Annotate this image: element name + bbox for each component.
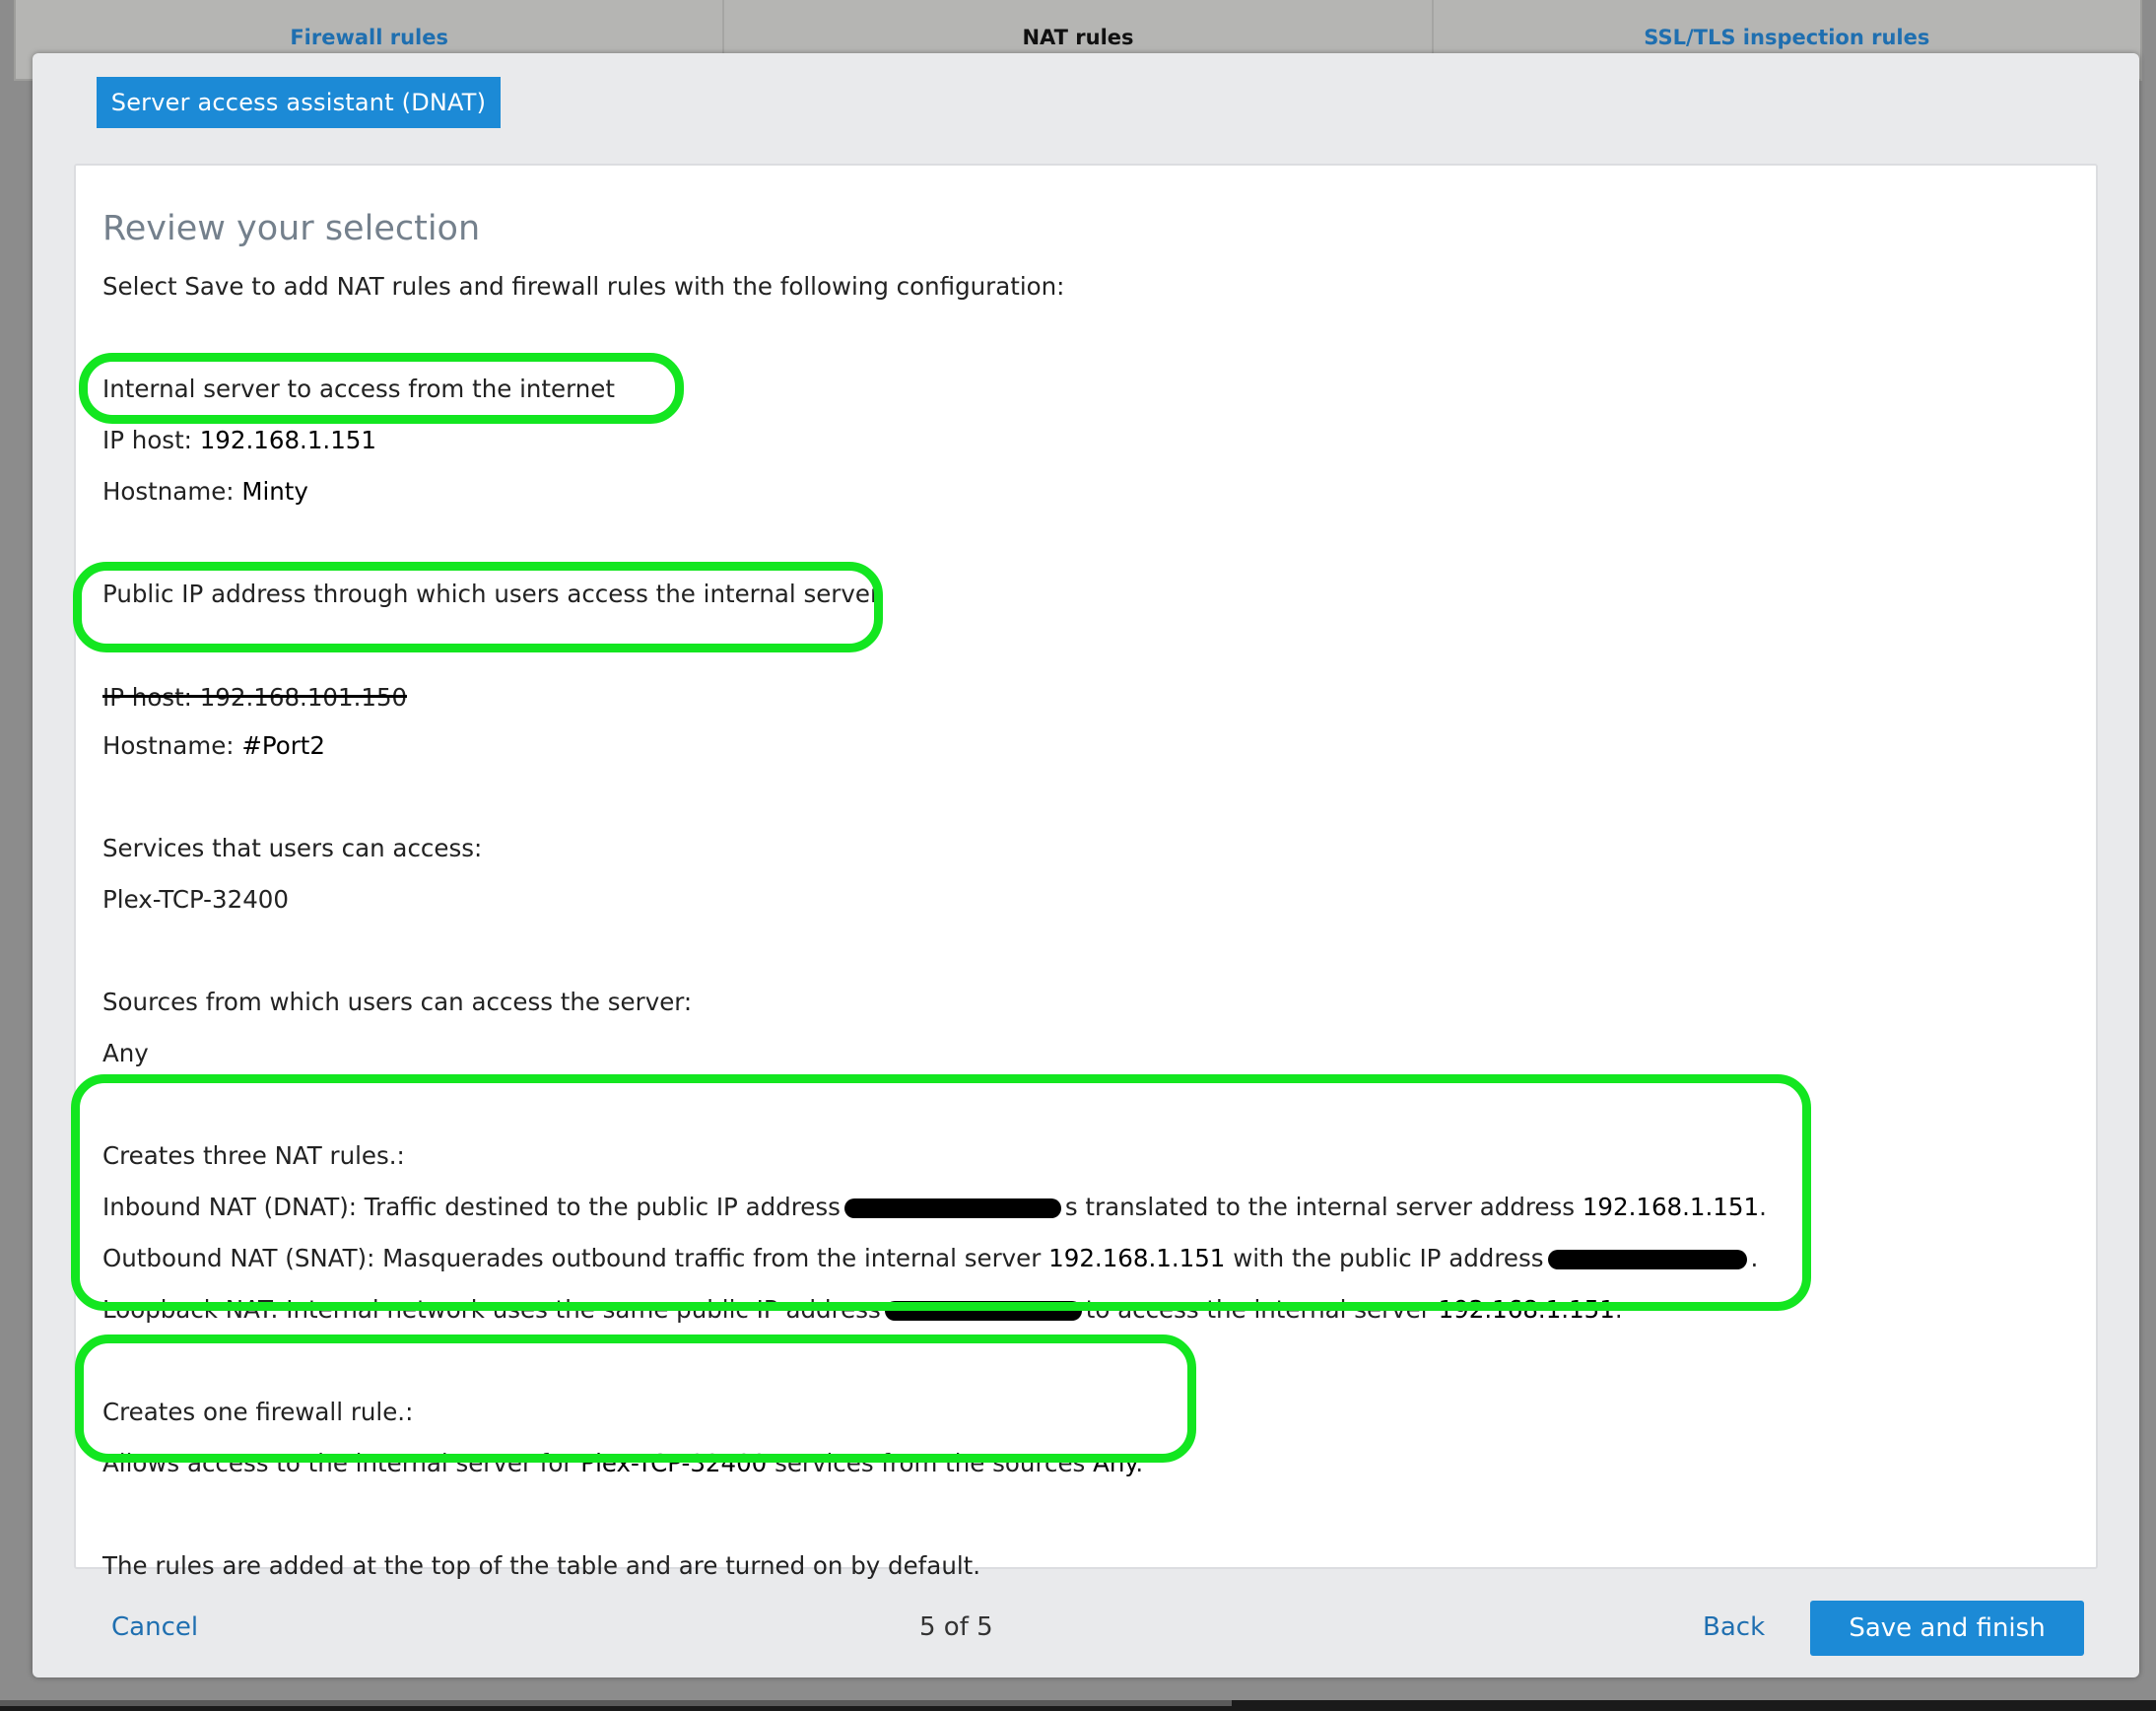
dialog-title: Server access assistant (DNAT) <box>97 77 501 128</box>
rules-note: The rules are added at the top of the ta… <box>102 1551 981 1580</box>
sources-value: Any <box>102 1039 149 1067</box>
intro-text: Select Save to add NAT rules and firewal… <box>102 272 1065 301</box>
public-ip-host-redacted: IP host: 192.168.101.150 <box>102 683 408 709</box>
services-label: Services that users can access: <box>102 834 483 862</box>
bottom-strip <box>0 1700 2156 1711</box>
public-hostname-value: #Port2 <box>241 731 325 760</box>
save-and-finish-button[interactable]: Save and finish <box>1810 1601 2084 1656</box>
strike-line <box>102 695 408 698</box>
internal-hostname-value: Minty <box>241 477 308 506</box>
highlight-firewall-rule <box>75 1335 1196 1463</box>
step-indicator: 5 of 5 <box>919 1612 993 1642</box>
highlight-internal-server <box>79 353 684 424</box>
internal-ip-host: IP host: 192.168.1.151 <box>102 426 376 454</box>
sources-label: Sources from which users can access the … <box>102 988 693 1016</box>
public-hostname: Hostname: #Port2 <box>102 731 325 760</box>
highlight-public-ip <box>73 562 883 652</box>
internal-ip-value: 192.168.1.151 <box>199 426 376 454</box>
back-button[interactable]: Back <box>1703 1612 1765 1642</box>
services-value: Plex-TCP-32400 <box>102 885 289 914</box>
internal-hostname: Hostname: Minty <box>102 477 308 506</box>
page-title: Review your selection <box>102 209 481 248</box>
cancel-button[interactable]: Cancel <box>111 1612 198 1642</box>
highlight-nat-rules <box>71 1074 1811 1311</box>
